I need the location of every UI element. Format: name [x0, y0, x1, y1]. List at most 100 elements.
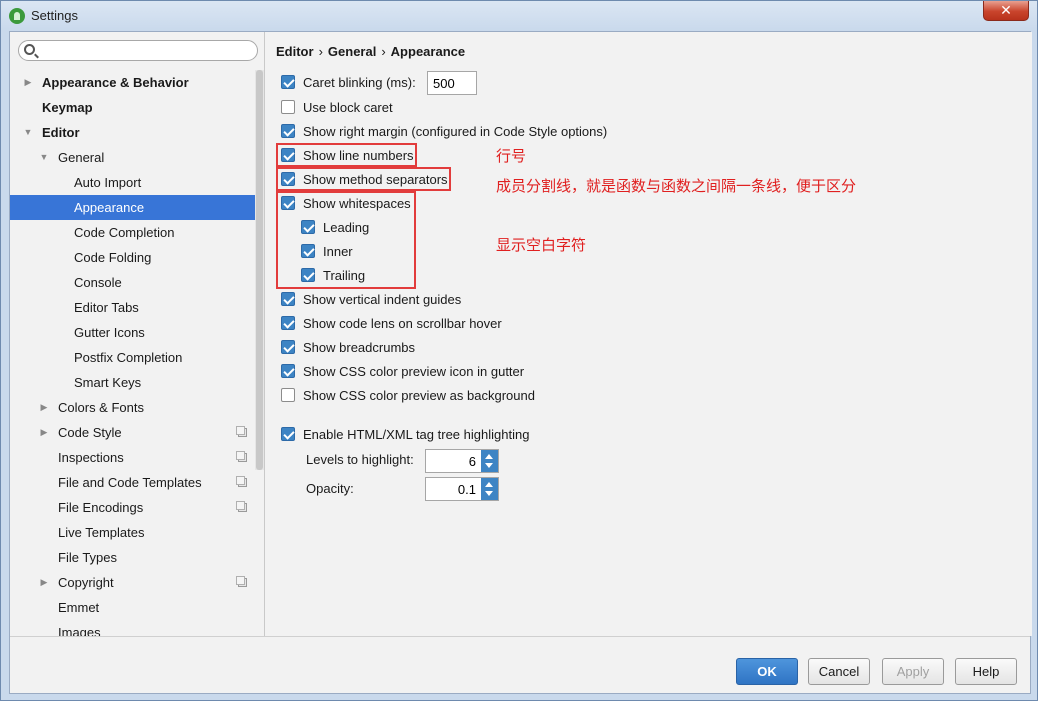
sidebar-item-inspections[interactable]: Inspections [10, 445, 257, 470]
method-separators-highlight-box [276, 167, 451, 191]
line-numbers-highlight-box [276, 143, 417, 167]
sidebar-scrollbar[interactable] [255, 70, 264, 470]
right-margin-label: Show right margin (configured in Code St… [303, 124, 608, 139]
levels-spinner[interactable] [425, 449, 499, 473]
window-title: Settings [31, 8, 78, 23]
caret-blinking-checkbox[interactable] [281, 75, 295, 89]
ok-button[interactable]: OK [736, 658, 798, 685]
whitespaces-annotation: 显示空白字符 [496, 237, 587, 254]
spinner-up-icon[interactable] [485, 482, 493, 487]
sidebar-item-label: Appearance & Behavior [42, 75, 189, 90]
sidebar-item-postfix-completion[interactable]: Postfix Completion [10, 345, 257, 370]
breadcrumb-editor: Editor [276, 44, 314, 59]
sidebar-item-console[interactable]: Console [10, 270, 257, 295]
levels-input[interactable] [426, 450, 480, 472]
css-gutter-checkbox[interactable] [281, 364, 295, 378]
close-button[interactable]: ✕ [983, 1, 1029, 21]
sidebar-item-label: File Encodings [58, 500, 144, 515]
indent-guides-label: Show vertical indent guides [303, 292, 462, 307]
breadcrumb-general: General [327, 44, 377, 59]
opacity-label: Opacity: [306, 481, 354, 496]
spinner-up-icon[interactable] [485, 454, 493, 459]
spinner-down-icon[interactable] [485, 463, 493, 468]
levels-spinner-arrows[interactable] [481, 450, 498, 472]
sidebar-item-images[interactable]: Images [10, 620, 257, 636]
breadcrumbs-label: Show breadcrumbs [303, 340, 415, 355]
tag-tree-checkbox[interactable] [281, 427, 295, 441]
sidebar-item-label: Gutter Icons [74, 325, 145, 340]
caret-blinking-input[interactable] [427, 71, 477, 95]
sidebar-item-label: Appearance [74, 200, 145, 215]
spinner-down-icon[interactable] [485, 491, 493, 496]
project-scope-icon [236, 576, 247, 587]
sidebar-item-code-folding[interactable]: Code Folding [10, 245, 257, 270]
expand-right-icon[interactable]: ▶ [38, 570, 50, 595]
sidebar-item-copyright[interactable]: ▶ Copyright [10, 570, 257, 595]
sidebar-item-label: Code Style [58, 425, 122, 440]
code-lens-label: Show code lens on scrollbar hover [303, 316, 502, 331]
block-caret-label: Use block caret [303, 100, 393, 115]
sidebar-item-label: Auto Import [74, 175, 142, 190]
right-margin-checkbox[interactable] [281, 124, 295, 138]
sidebar-item-emmet[interactable]: Emmet [10, 595, 257, 620]
opacity-spinner-arrows[interactable] [481, 478, 498, 500]
sidebar-item-colors-fonts[interactable]: ▶ Colors & Fonts [10, 395, 257, 420]
sidebar-item-label: Editor [42, 125, 80, 140]
caret-blinking-label: Caret blinking (ms): [303, 75, 416, 90]
search-icon [24, 44, 35, 55]
sidebar-item-editor-tabs[interactable]: Editor Tabs [10, 295, 257, 320]
sidebar-item-editor[interactable]: ▼ Editor [10, 120, 257, 145]
title-bar: Settings ✕ [1, 1, 1037, 31]
help-button[interactable]: Help [955, 658, 1017, 685]
sidebar-item-file-and-code-templates[interactable]: File and Code Templates [10, 470, 257, 495]
sidebar-item-appearance[interactable]: Appearance [10, 195, 257, 220]
block-caret-checkbox[interactable] [281, 100, 295, 114]
sidebar-item-file-types[interactable]: File Types [10, 545, 257, 570]
sidebar-item-general[interactable]: ▼ General [10, 145, 257, 170]
line-numbers-annotation: 行号 [496, 148, 527, 165]
code-lens-checkbox[interactable] [281, 316, 295, 330]
sidebar-item-label: Inspections [58, 450, 124, 465]
cancel-button[interactable]: Cancel [808, 658, 870, 685]
whitespaces-highlight-box [276, 191, 416, 289]
expand-right-icon[interactable]: ▶ [22, 70, 34, 95]
breadcrumb-appearance: Appearance [390, 44, 466, 59]
sidebar-item-label: Emmet [58, 600, 100, 615]
expand-down-icon[interactable]: ▼ [38, 145, 50, 170]
breadcrumb: Editor › General › Appearance [276, 44, 465, 59]
sidebar-item-code-style[interactable]: ▶ Code Style [10, 420, 257, 445]
sidebar-item-code-completion[interactable]: Code Completion [10, 220, 257, 245]
project-scope-icon [236, 426, 247, 437]
sidebar-item-live-templates[interactable]: Live Templates [10, 520, 257, 545]
sidebar-item-label: Postfix Completion [74, 350, 183, 365]
sidebar-item-keymap[interactable]: Keymap [10, 95, 257, 120]
sidebar-item-gutter-icons[interactable]: Gutter Icons [10, 320, 257, 345]
breadcrumbs-checkbox[interactable] [281, 340, 295, 354]
sidebar-item-smart-keys[interactable]: Smart Keys [10, 370, 257, 395]
expand-down-icon[interactable]: ▼ [22, 120, 34, 145]
breadcrumb-separator: › [381, 44, 386, 59]
indent-guides-checkbox[interactable] [281, 292, 295, 306]
sidebar-item-appearance-behavior[interactable]: ▶ Appearance & Behavior [10, 70, 257, 95]
css-background-checkbox[interactable] [281, 388, 295, 402]
sidebar-item-label: Colors & Fonts [58, 400, 144, 415]
tag-tree-label: Enable HTML/XML tag tree highlighting [303, 427, 530, 442]
sidebar-item-label: Editor Tabs [74, 300, 139, 315]
opacity-spinner[interactable] [425, 477, 499, 501]
css-background-label: Show CSS color preview as background [303, 388, 535, 403]
search-box[interactable] [18, 40, 258, 61]
settings-tree: ▶ Appearance & Behavior Keymap ▼ Editor ▼ Gene… [10, 70, 257, 636]
settings-sidebar: ▶ Appearance & Behavior Keymap ▼ Editor ▼ Gene… [10, 32, 265, 636]
apply-button[interactable]: Apply [882, 658, 944, 685]
expand-right-icon[interactable]: ▶ [38, 420, 50, 445]
sidebar-item-file-encodings[interactable]: File Encodings [10, 495, 257, 520]
sidebar-item-auto-import[interactable]: Auto Import [10, 170, 257, 195]
opacity-input[interactable] [426, 478, 480, 500]
sidebar-item-label: File and Code Templates [58, 475, 202, 490]
project-scope-icon [236, 451, 247, 462]
android-studio-icon [9, 8, 25, 24]
search-input[interactable] [41, 42, 251, 59]
scrollbar-thumb[interactable] [256, 70, 263, 470]
sidebar-item-label: General [58, 150, 105, 165]
expand-right-icon[interactable]: ▶ [38, 395, 50, 420]
